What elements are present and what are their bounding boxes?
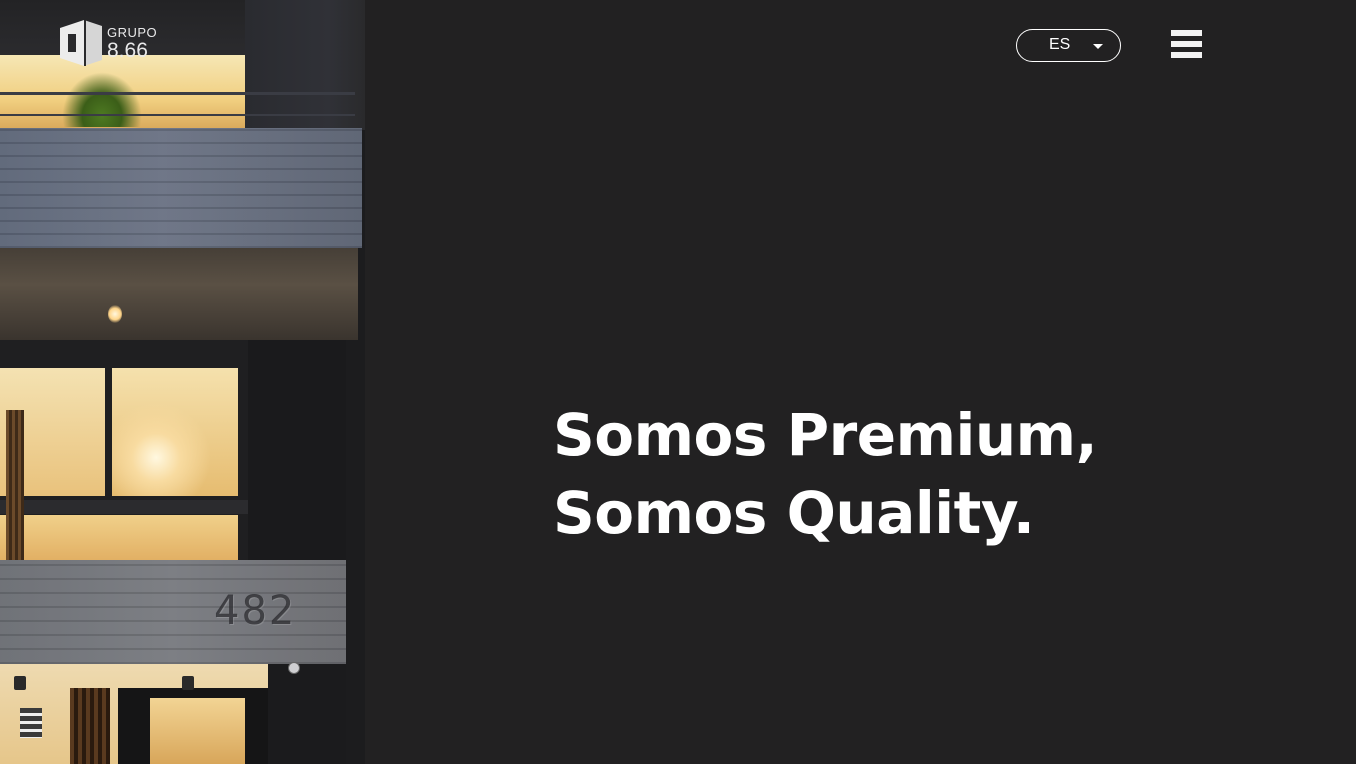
photo-dark-column [268,664,346,764]
hero-headline-line2: Somos Quality. [553,479,1035,547]
page: 482 GRUPO 8.66 ES Somos Premium, Somos Q… [0,0,1356,764]
hamburger-menu-button[interactable] [1170,29,1203,60]
hamburger-menu-icon [1171,30,1202,58]
photo-window-sill [0,500,248,514]
brand-logo-text: GRUPO 8.66 [107,26,157,61]
photo-sign [20,708,42,738]
photo-wood-slats [70,688,110,764]
grupo-866-logo-icon [60,20,102,66]
photo-wood-slats [6,410,24,560]
photo-entrance-glass [150,698,245,764]
photo-security-camera [288,662,300,674]
house-number: 482 [214,588,297,634]
brand-logo[interactable]: GRUPO 8.66 [58,17,168,69]
photo-ceiling-light [108,305,122,323]
photo-window [0,515,238,560]
language-select[interactable]: ES [1016,29,1121,62]
hero-building-image: 482 [0,0,365,764]
photo-dark-column [248,340,346,562]
photo-ceiling-light [14,676,26,690]
photo-ceiling-light [182,676,194,690]
brand-logo-line1: GRUPO [107,24,158,40]
photo-plant [62,72,142,127]
photo-railing [0,114,355,116]
photo-window [112,368,238,496]
photo-upper-column [245,0,365,130]
language-select-value: ES [1049,36,1071,53]
caret-down-icon [1093,44,1103,49]
photo-railing [0,92,355,95]
hero-headline-line1: Somos Premium, [553,401,1098,469]
hero-headline: Somos Premium, Somos Quality. [553,396,1173,552]
brand-logo-line2: 8.66 [107,38,148,62]
photo-slab-underside [0,248,358,340]
photo-concrete-slab [0,128,362,248]
